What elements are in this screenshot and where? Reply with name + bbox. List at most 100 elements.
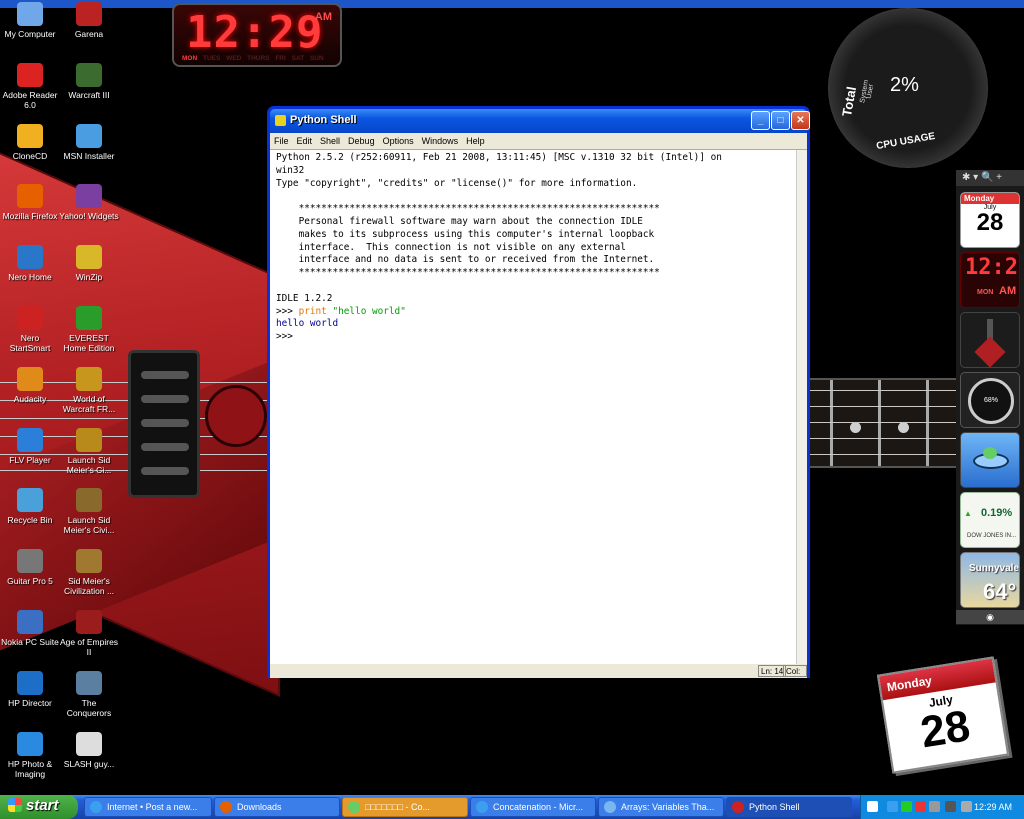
network-icon[interactable]	[887, 801, 898, 812]
desktop-icon-label: CloneCD	[12, 150, 48, 161]
desktop-icon-label: FLV Player	[9, 454, 51, 465]
desktop-icon[interactable]: Nokia PC Suite	[0, 610, 60, 647]
minimize-button[interactable]: _	[751, 111, 770, 130]
ie-icon	[90, 801, 102, 813]
desktop-icon[interactable]: Adobe Reader 6.0	[0, 62, 60, 110]
desktop-icon-label: Age of Empires II	[59, 637, 119, 657]
desktop-icon[interactable]: Warcraft III	[59, 62, 119, 100]
desktop-icon-label: Yahoo! Widgets	[59, 211, 119, 222]
desktop-icon[interactable]: My Computer	[0, 2, 60, 39]
task-internet[interactable]: Internet • Post a new...	[84, 797, 212, 817]
flv-player-icon	[17, 427, 43, 452]
civ3-icon	[76, 427, 102, 452]
desktop-icon-label: World of Warcraft FR...	[62, 393, 116, 414]
start-button[interactable]: start	[0, 795, 78, 819]
desktop-icon-label: Adobe Reader 6.0	[2, 89, 58, 110]
windows-logo-icon	[8, 798, 22, 812]
clonecd-icon	[17, 123, 43, 148]
calendar-gadget[interactable]: Monday July 28	[876, 656, 1010, 774]
nero-startsmart-icon	[17, 306, 43, 330]
sidebar-cpu-meter[interactable]: 68%	[960, 372, 1020, 428]
desktop-icon-label: Mozilla Firefox	[2, 211, 58, 222]
desktop-icon[interactable]: HP Director	[0, 670, 60, 708]
taskbar-clock[interactable]: 12:29 AM	[974, 795, 1012, 819]
desktop-icon[interactable]: Launch Sid Meier's Civi...	[59, 488, 119, 535]
desktop-icon[interactable]: WinZip	[59, 245, 119, 282]
sidebar-alien-gadget[interactable]	[960, 432, 1020, 488]
task-python-shell[interactable]: Python Shell	[726, 797, 852, 817]
menu-help[interactable]: Help	[462, 133, 489, 149]
desktop-icon[interactable]: SLASH guy...	[59, 731, 119, 769]
desktop-icon[interactable]: Launch Sid Meier's Ci...	[59, 427, 119, 475]
desktop-icon[interactable]: Garena	[59, 2, 119, 39]
sidebar-weather[interactable]: Sunnyvale 64°	[960, 552, 1020, 608]
desktop-icon[interactable]: Sid Meier's Civilization ...	[59, 549, 119, 596]
python-shell-window[interactable]: Python Shell _ □ ✕ File Edit Shell Debug Opt…	[267, 106, 810, 687]
desktop-icon[interactable]: Nero Home	[0, 245, 60, 282]
antivirus-icon[interactable]	[915, 801, 926, 812]
desktop-icon-label: SLASH guy...	[63, 758, 115, 769]
menu-edit[interactable]: Edit	[293, 133, 317, 149]
desktop-icon[interactable]: MSN Installer	[59, 123, 119, 161]
desktop-icon[interactable]: Guitar Pro 5	[0, 549, 60, 586]
desktop-icon-label: Recycle Bin	[7, 515, 53, 526]
camera-icon[interactable]: ◉	[956, 610, 1024, 624]
desktop-icon-label: Nero Home	[8, 272, 52, 283]
cpu-total-label: Total	[839, 85, 860, 118]
sidebar-clock[interactable]: 12:29 MON AM	[960, 252, 1020, 308]
display-icon[interactable]	[945, 801, 956, 812]
volume-icon[interactable]	[929, 801, 940, 812]
sidebar-calendar[interactable]: Monday July 28	[960, 192, 1020, 248]
desktop-icon[interactable]: Audacity	[0, 366, 60, 404]
clock-gadget[interactable]: 12:29 AM MON TUES WED THURS FRI SAT SUN	[172, 3, 342, 67]
taskbar: start Internet • Post a new... Downloads…	[0, 795, 1024, 819]
menu-shell[interactable]: Shell	[316, 133, 344, 149]
desktop-icon[interactable]: World of Warcraft FR...	[59, 366, 119, 414]
desktop-icon[interactable]: Mozilla Firefox	[0, 184, 60, 221]
python-icon	[732, 801, 744, 813]
sidebar-stock-ticker[interactable]: ▲ 0.19% DOW JONES IN...	[960, 492, 1020, 548]
maximize-button[interactable]: □	[771, 111, 790, 130]
system-tray: 12:29 AM	[860, 795, 1024, 819]
desktop-icon-label: Sid Meier's Civilization ...	[63, 576, 115, 597]
menu-file[interactable]: File	[270, 133, 293, 149]
help-tray-icon[interactable]	[867, 801, 878, 812]
desktop-icon[interactable]: Recycle Bin	[0, 488, 60, 525]
desktop-icon[interactable]: EVEREST Home Edition	[59, 306, 119, 353]
desktop-icon-label: EVEREST Home Edition	[63, 333, 115, 353]
desktop-icon-label: WinZip	[75, 272, 103, 283]
task-messenger[interactable]: □□□□□□□ - Co...	[342, 797, 468, 817]
task-concatenation[interactable]: Concatenation - Micr...	[470, 797, 596, 817]
desktop-icon[interactable]: FLV Player	[0, 427, 60, 465]
desktop-icon[interactable]: Age of Empires II	[59, 610, 119, 657]
device-icon[interactable]	[961, 801, 972, 812]
menu-windows[interactable]: Windows	[418, 133, 463, 149]
cpu-usage-label: CPU USAGE	[875, 130, 936, 153]
top-edge	[0, 0, 1024, 8]
desktop-icon[interactable]: HP Photo & Imaging	[0, 731, 60, 779]
menu-debug[interactable]: Debug	[344, 133, 379, 149]
task-downloads[interactable]: Downloads	[214, 797, 340, 817]
recycle-bin-icon	[17, 488, 43, 513]
close-button[interactable]: ✕	[791, 111, 810, 130]
desktop-icon[interactable]: Nero StartSmart	[0, 306, 60, 353]
cpu-usage-gadget[interactable]: 2% Total System User CPU USAGE	[828, 8, 988, 168]
wow-icon	[76, 366, 102, 391]
hp-photo-icon	[17, 731, 43, 756]
ie-icon	[476, 801, 488, 813]
clock-ampm: AM	[314, 11, 332, 23]
firefox-icon	[220, 801, 232, 813]
gadget-sidebar: ✱ ▾ 🔍 + Monday July 28 12:29 MON AM 68% …	[956, 170, 1024, 625]
shell-text-area[interactable]: Python 2.5.2 (r252:60911, Feb 21 2008, 1…	[270, 149, 807, 665]
excel-tray-icon[interactable]	[901, 801, 912, 812]
sidebar-tools[interactable]: ✱ ▾ 🔍 +	[956, 170, 1024, 186]
conquerors-icon	[76, 670, 102, 695]
vertical-scrollbar[interactable]	[796, 150, 807, 665]
desktop-icon[interactable]: CloneCD	[0, 123, 60, 161]
sidebar-guitar-picture[interactable]	[960, 312, 1020, 368]
desktop-icon[interactable]: The Conquerors	[59, 670, 119, 718]
task-arrays[interactable]: Arrays: Variables Tha...	[598, 797, 724, 817]
desktop-icon[interactable]: Yahoo! Widgets	[59, 184, 119, 221]
window-titlebar[interactable]: Python Shell _ □ ✕	[270, 109, 810, 133]
menu-options[interactable]: Options	[379, 133, 418, 149]
